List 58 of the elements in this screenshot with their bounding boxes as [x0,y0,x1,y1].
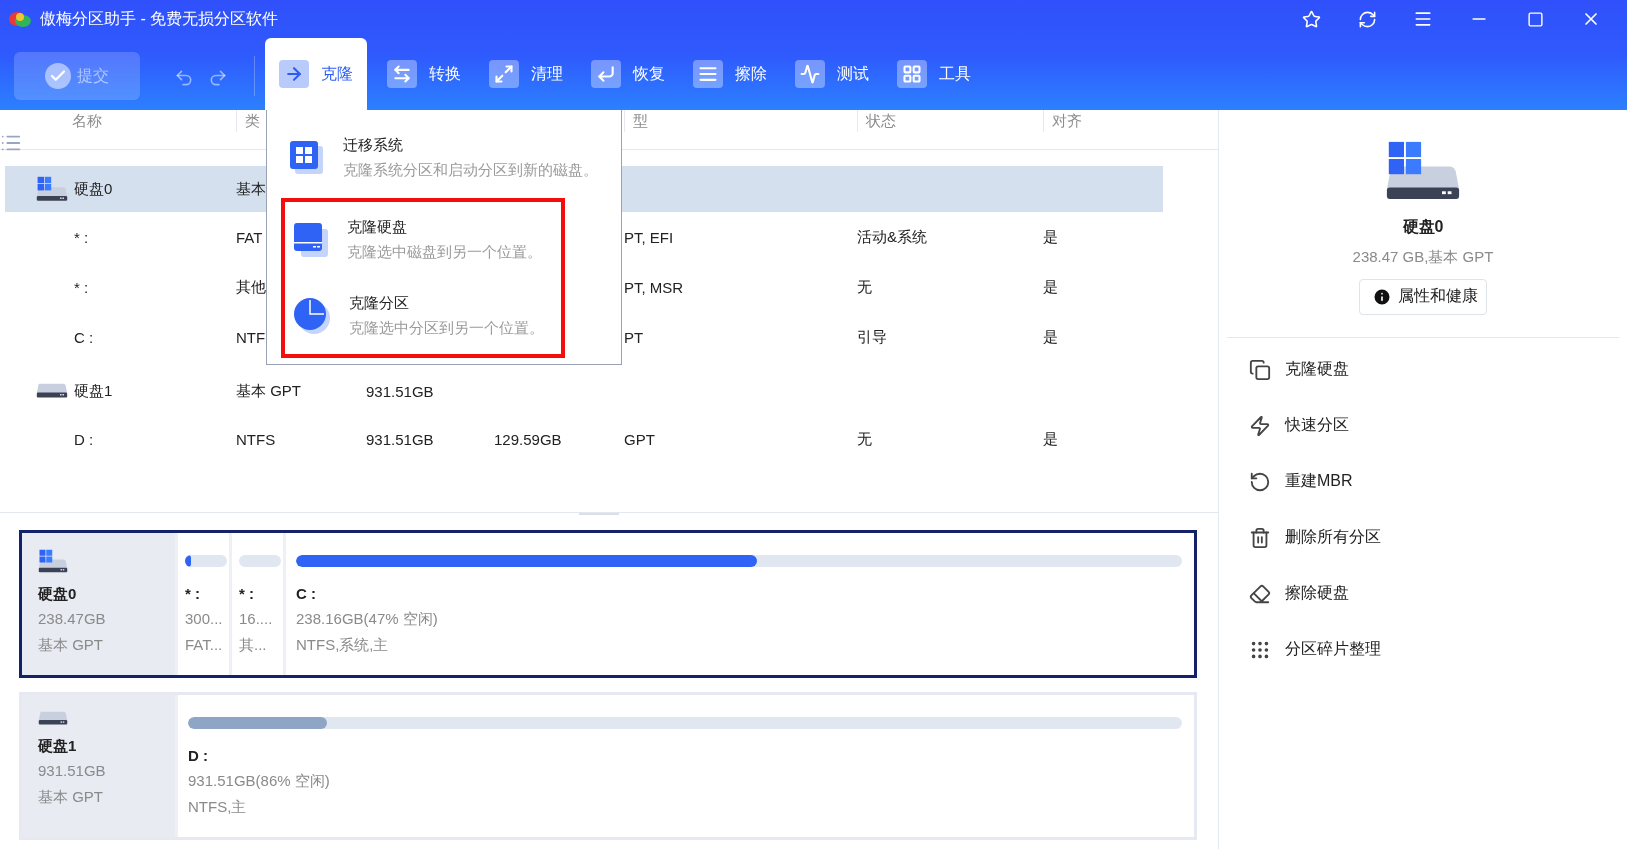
disk-name: 硬盘0 [1402,216,1444,237]
table-cell-text: NTFS [236,430,277,448]
partition-info: FAT... [185,635,224,655]
table-cell-text: 931.51GB [366,430,435,448]
partition-size: 931.51GB(86% 空闲) [188,771,331,791]
column-header: 型 [624,110,857,132]
table-cell-text: 无 [857,429,873,449]
table-cell-text: FAT [236,228,264,246]
table-cell: 硬盘0 [74,179,113,199]
menu-item-title: 迁移系统 [343,136,404,155]
table-cell: * : [74,228,89,246]
disk-size: 931.51GB [38,761,107,782]
table-cell-text: 是 [1043,429,1059,449]
menu-item-title: 克隆分区 [349,294,410,313]
partition-name: * : [185,584,201,604]
partition-size: 238.16GB(47% 空闲) [296,609,439,629]
table-cell-text: PT, EFI [624,228,675,246]
menu-item-title: 克隆硬盘 [347,218,408,237]
table-cell-text: 是 [1043,327,1059,347]
table-cell-text: 是 [1043,227,1059,247]
table-cell: * : [74,278,89,296]
disk-type: 基本 GPT [38,635,104,655]
column-header: 状态 [857,110,1043,132]
menu-item-description: 克隆系统分区和启动分区到新的磁盘。 [343,161,598,180]
disk-summary: 238.47 GB,基本 GPT [1352,247,1494,267]
table-cell-text: PT, MSR [624,278,685,296]
menu-item-description: 克隆选中分区到另一个位置。 [349,319,544,338]
disk-name: 硬盘1 [38,736,78,757]
disk-size: 238.47GB [38,609,107,629]
partition-info: 其... [239,635,268,655]
table-cell-text: NTF [236,328,267,346]
column-header: 名称 [71,111,103,131]
partition-size: 300... [185,609,224,629]
table-cell-text: 无 [857,277,873,297]
table-cell-text: 基本 [236,179,267,199]
table-cell-text: 基本 GPT [236,381,302,401]
table-cell-text: GPT [624,430,656,448]
table-cell-text: 129.59GB [494,430,563,448]
table-cell-text: 931.51GB [366,382,435,400]
disk-type: 基本 GPT [38,787,104,808]
table-cell-text: PT [624,328,645,346]
disk-name: 硬盘0 [38,584,78,604]
table-cell-text: 其他 [236,277,267,297]
partition-size: 16.... [239,609,274,629]
partition-info: NTFS,主 [188,797,248,817]
table-cell: D : [74,430,94,448]
window-title: 傲梅分区助手 - 免费无损分区软件 [40,8,280,29]
table-cell-text: 引导 [857,327,888,347]
table-cell-text: 活动&系统 [857,227,928,247]
column-header: 对齐 [1043,110,1162,132]
table-cell: 硬盘1 [74,381,113,401]
partition-name: C : [296,584,317,604]
menu-item-description: 克隆选中磁盘到另一个位置。 [347,243,542,262]
table-cell-text: 是 [1043,277,1059,297]
partition-info: NTFS,系统,主 [296,635,390,655]
table-cell: C : [74,328,94,346]
partition-name: D : [188,746,209,766]
partition-name: * : [239,584,255,604]
